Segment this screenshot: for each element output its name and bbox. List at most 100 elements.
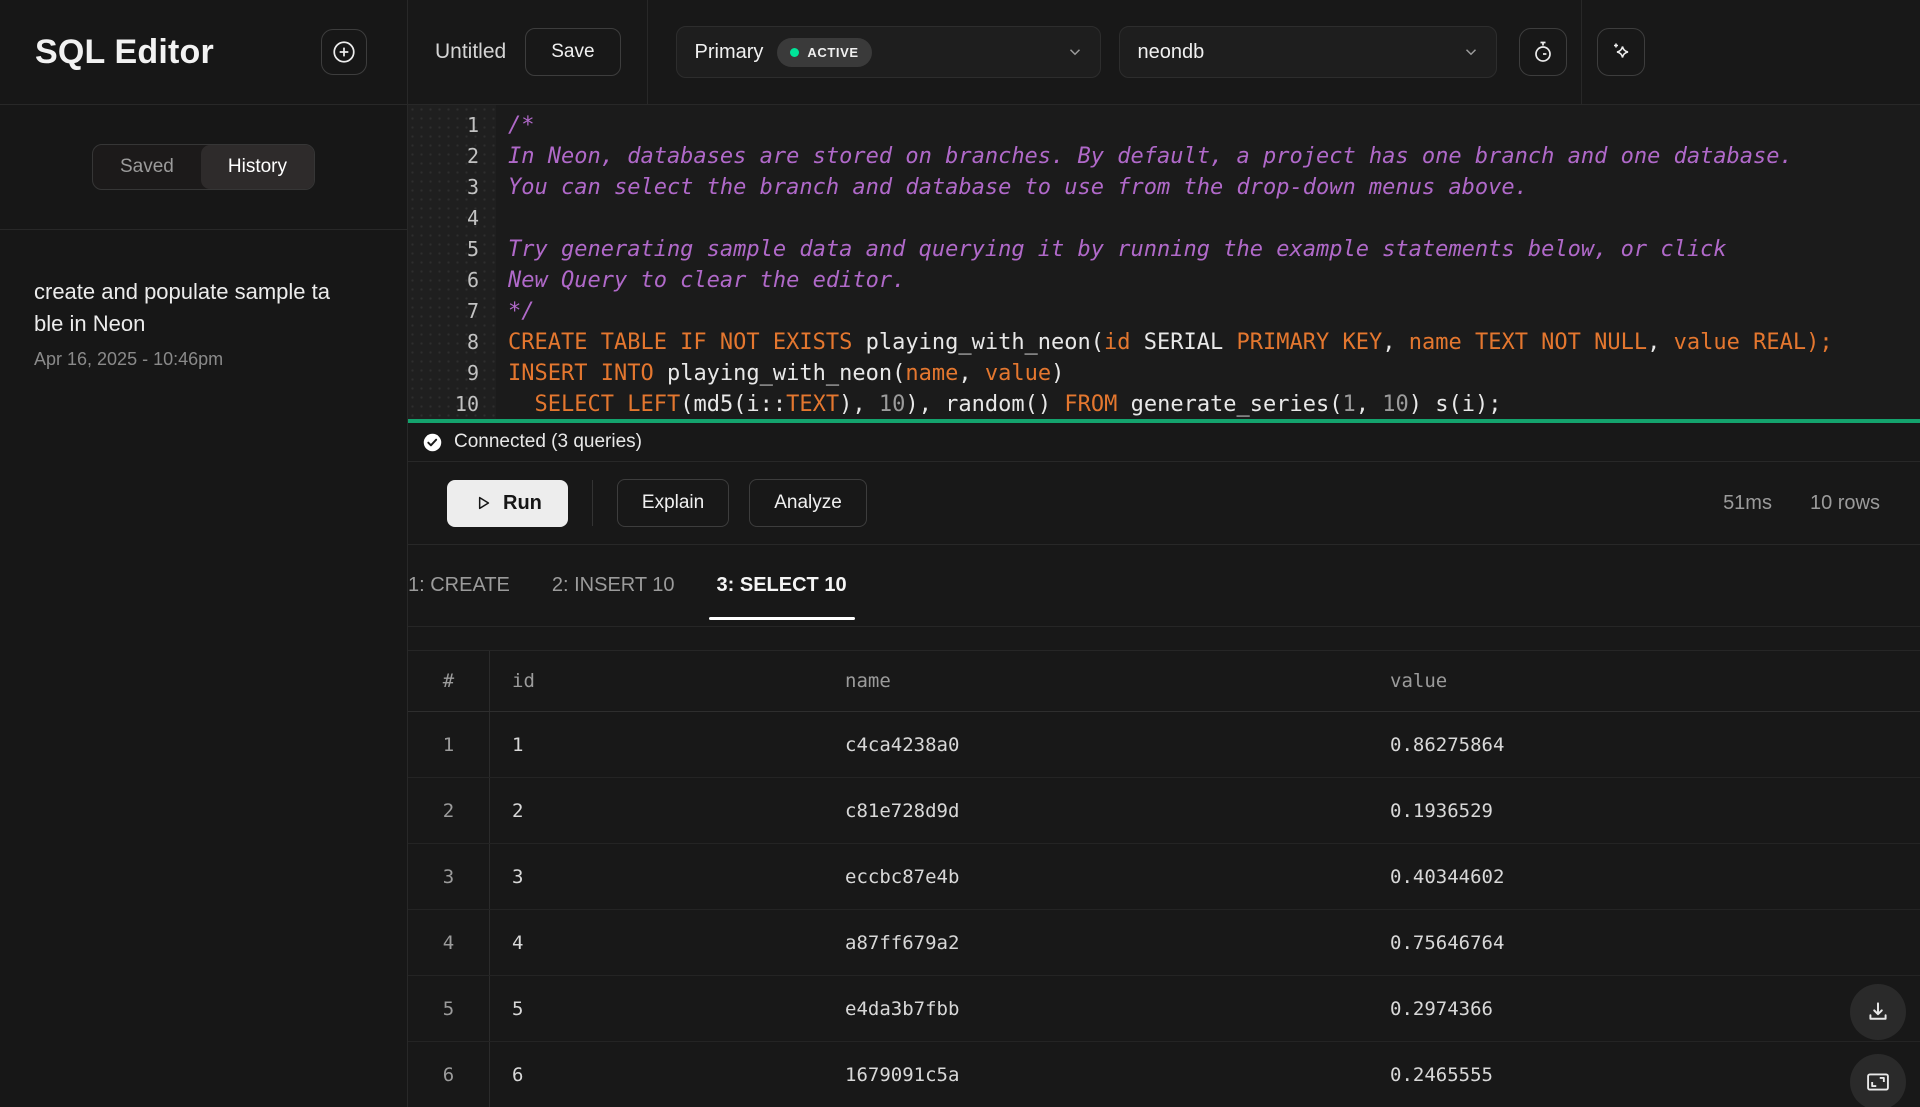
database-name: neondb <box>1138 41 1205 64</box>
code-line: INSERT INTO playing_with_neon(name, valu… <box>508 358 1920 389</box>
expand-results-button[interactable] <box>1850 1054 1906 1107</box>
topbar: Untitled Save Primary ACTIVE neondb <box>408 0 1920 105</box>
result-tab-2-insert-10[interactable]: 2: INSERT 10 <box>552 545 675 626</box>
table-cell: 1 <box>490 734 825 756</box>
plus-circle-icon <box>331 39 357 65</box>
query-history-time-button[interactable] <box>1519 28 1567 76</box>
table-cell: 0.2465555 <box>1370 1064 1920 1086</box>
table-cell: 1679091c5a <box>825 1064 1370 1086</box>
table-cell: e4da3b7fbb <box>825 998 1370 1020</box>
sql-code-editor: 12345678910 /*In Neon, databases are sto… <box>408 105 1920 419</box>
line-number: 3 <box>408 172 496 203</box>
line-number: 1 <box>408 110 496 141</box>
download-results-button[interactable] <box>1850 984 1906 1040</box>
results-table: #idnamevalue 11c4ca4238a00.8627586422c81… <box>408 651 1920 1107</box>
table-cell: c81e728d9d <box>825 800 1370 822</box>
query-meta: 51ms 10 rows <box>1723 492 1880 515</box>
column-header-value: value <box>1370 670 1920 692</box>
table-cell: 5 <box>408 976 490 1041</box>
analyze-button[interactable]: Analyze <box>749 479 867 527</box>
query-duration: 51ms <box>1723 492 1772 515</box>
connection-status-text: Connected (3 queries) <box>454 431 642 453</box>
download-icon <box>1865 999 1891 1025</box>
table-cell: 5 <box>490 998 825 1020</box>
code-line: You can select the branch and database t… <box>508 172 1920 203</box>
chevron-down-icon <box>1462 43 1480 61</box>
expand-icon <box>1864 1068 1892 1096</box>
query-row-count: 10 rows <box>1810 492 1880 515</box>
code-line: CREATE TABLE IF NOT EXISTS playing_with_… <box>508 327 1920 358</box>
branch-name: Primary <box>695 41 764 64</box>
run-button[interactable]: Run <box>447 480 568 527</box>
table-cell: 4 <box>408 910 490 975</box>
table-cell: 1 <box>408 712 490 777</box>
sidebar-tabs-row: SavedHistory <box>0 105 407 230</box>
result-tab-3-select-10[interactable]: 3: SELECT 10 <box>717 545 847 626</box>
results-table-header: #idnamevalue <box>408 651 1920 712</box>
line-number: 4 <box>408 203 496 234</box>
table-row[interactable]: 55e4da3b7fbb0.2974366 <box>408 976 1920 1042</box>
database-select[interactable]: neondb <box>1119 26 1497 78</box>
table-cell: 2 <box>490 800 825 822</box>
table-row[interactable]: 33eccbc87e4b0.40344602 <box>408 844 1920 910</box>
sidebar: SQL Editor SavedHistory create and popul… <box>0 0 408 1107</box>
save-button[interactable]: Save <box>525 28 620 76</box>
table-cell: 0.40344602 <box>1370 866 1920 888</box>
table-cell: 0.75646764 <box>1370 932 1920 954</box>
table-row[interactable]: 661679091c5a0.2465555 <box>408 1042 1920 1107</box>
table-cell: 2 <box>408 778 490 843</box>
column-header-id: id <box>490 670 825 692</box>
branch-select[interactable]: Primary ACTIVE <box>676 26 1101 78</box>
table-cell: 4 <box>490 932 825 954</box>
line-number: 10 <box>408 389 496 419</box>
table-cell: 6 <box>408 1042 490 1107</box>
history-item-timestamp: Apr 16, 2025 - 10:46pm <box>34 349 407 370</box>
new-query-button[interactable] <box>321 29 367 75</box>
line-number: 7 <box>408 296 496 327</box>
explain-button[interactable]: Explain <box>617 479 729 527</box>
toolbar-divider <box>592 480 593 526</box>
line-number: 5 <box>408 234 496 265</box>
column-header-row-number: # <box>408 651 490 711</box>
code-line: SELECT LEFT(md5(i::TEXT), 10), random() … <box>508 389 1920 419</box>
sql-editor-app: SQL Editor SavedHistory create and popul… <box>0 0 1920 1107</box>
results-table-body: 11c4ca4238a00.8627586422c81e728d9d0.1936… <box>408 712 1920 1107</box>
table-cell: 6 <box>490 1064 825 1086</box>
line-number: 2 <box>408 141 496 172</box>
code-area[interactable]: /*In Neon, databases are stored on branc… <box>496 105 1920 419</box>
table-cell: 0.86275864 <box>1370 734 1920 756</box>
query-name: Untitled <box>435 40 506 64</box>
column-header-name: name <box>825 670 1370 692</box>
code-line: New Query to clear the editor. <box>508 265 1920 296</box>
history-list: create and populate sample table in Neon… <box>0 230 407 370</box>
table-cell: a87ff679a2 <box>825 932 1370 954</box>
line-number: 9 <box>408 358 496 389</box>
table-cell: 3 <box>408 844 490 909</box>
chevron-down-icon <box>1066 43 1084 61</box>
topbar-divider <box>1581 0 1582 105</box>
table-row[interactable]: 11c4ca4238a00.86275864 <box>408 712 1920 778</box>
stopwatch-icon <box>1531 40 1555 64</box>
table-row[interactable]: 22c81e728d9d0.1936529 <box>408 778 1920 844</box>
result-tabs: 1: CREATE 2: INSERT 10 3: SELECT 10 <box>408 545 1920 627</box>
line-number-gutter: 12345678910 <box>408 105 496 419</box>
page-title: SQL Editor <box>35 33 214 72</box>
code-line <box>508 203 1920 234</box>
branch-status-label: ACTIVE <box>807 45 858 60</box>
code-line: Try generating sample data and querying … <box>508 234 1920 265</box>
code-line: */ <box>508 296 1920 327</box>
result-tab-1-create[interactable]: 1: CREATE <box>408 545 510 626</box>
active-status-dot <box>790 48 799 57</box>
sidebar-tab-history[interactable]: History <box>201 145 314 189</box>
play-icon <box>473 493 493 513</box>
line-number: 6 <box>408 265 496 296</box>
ai-assist-button[interactable] <box>1597 28 1645 76</box>
sparkles-icon <box>1609 40 1633 64</box>
branch-status-badge: ACTIVE <box>777 38 871 67</box>
code-line: In Neon, databases are stored on branche… <box>508 141 1920 172</box>
code-line: /* <box>508 110 1920 141</box>
history-item[interactable]: create and populate sample table in Neon… <box>34 276 407 370</box>
sidebar-tab-saved[interactable]: Saved <box>93 145 201 189</box>
table-row[interactable]: 44a87ff679a20.75646764 <box>408 910 1920 976</box>
connection-status-row: Connected (3 queries) <box>408 423 1920 462</box>
